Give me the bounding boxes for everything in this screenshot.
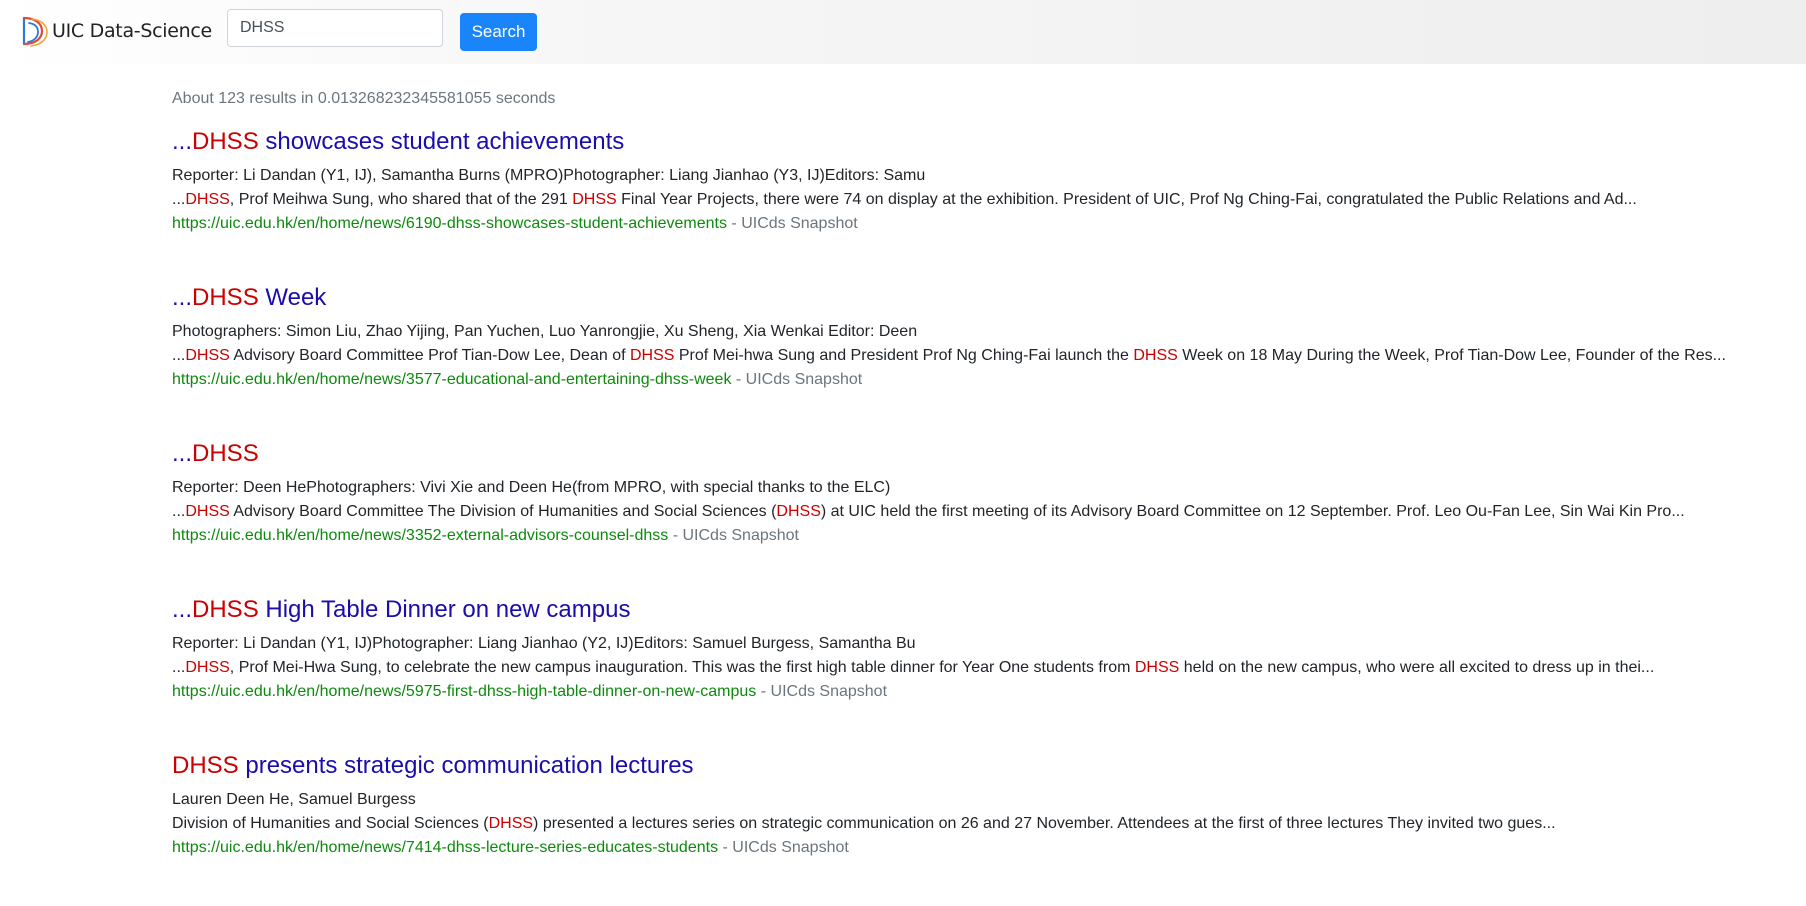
search-result: DHSS presents strategic communication le… <box>172 750 1806 906</box>
result-snippet: ...DHSS Advisory Board Committee Prof Ti… <box>172 344 1806 368</box>
snippet-text: , Prof Meihwa Sung, who shared that of t… <box>229 191 573 208</box>
highlighted-term: DHSS <box>185 347 230 364</box>
search-button[interactable]: Search <box>460 13 537 51</box>
uic-ds-logo-icon <box>22 16 48 47</box>
snippet-text: ... <box>172 347 186 364</box>
result-url-line: https://uic.edu.hk/en/home/news/3352-ext… <box>172 524 1806 548</box>
snippet-text: Prof Mei-hwa Sung and President Prof Ng … <box>674 347 1134 364</box>
highlighted-term: DHSS <box>185 503 230 520</box>
result-title-link[interactable]: ...DHSS High Table Dinner on new campus <box>172 594 1806 626</box>
result-url-line: https://uic.edu.hk/en/home/news/6190-dhs… <box>172 212 1806 236</box>
snippet-text: Advisory Board Committee The Division of… <box>229 503 777 520</box>
snippet-text: held on the new campus, who were all exc… <box>1179 659 1655 676</box>
url-separator: - <box>756 683 771 700</box>
result-url-line: https://uic.edu.hk/en/home/news/5975-fir… <box>172 680 1806 704</box>
snapshot-link[interactable]: UICds Snapshot <box>746 371 863 388</box>
snippet-text: Week on 18 May During the Week, Prof Tia… <box>1177 347 1726 364</box>
result-meta: Reporter: Deen HePhotographers: Vivi Xie… <box>172 479 891 496</box>
result-meta: Lauren Deen He, Samuel Burgess <box>172 791 416 808</box>
title-text: showcases student achievements <box>258 128 625 155</box>
results-list: ...DHSS showcases student achievements Re… <box>172 126 1806 906</box>
search-result: ...DHSS showcases student achievements Re… <box>172 126 1806 282</box>
results-stats: About 123 results in 0.01326823234558105… <box>172 90 556 107</box>
snippet-text: Division of Humanities and Social Scienc… <box>172 815 489 832</box>
brand-home-link[interactable]: UIC Data-Science <box>20 14 212 48</box>
snippet-text: Advisory Board Committee Prof Tian-Dow L… <box>229 347 630 364</box>
snippet-text: ... <box>172 191 186 208</box>
result-snippet: ...DHSS, Prof Meihwa Sung, who shared th… <box>172 188 1806 212</box>
snippet-text: ... <box>172 503 186 520</box>
url-separator: - <box>726 215 742 232</box>
snippet-text: Final Year Projects, there were 74 on di… <box>616 191 1637 208</box>
url-separator: - <box>668 527 683 544</box>
result-url-link[interactable]: https://uic.edu.hk/en/home/news/7414-dhs… <box>172 839 718 856</box>
highlighted-term: DHSS <box>185 191 230 208</box>
highlighted-term: DHSS <box>776 503 821 520</box>
highlighted-term: DHSS <box>192 596 259 623</box>
result-meta: Photographers: Simon Liu, Zhao Yijing, P… <box>172 323 918 340</box>
highlighted-term: DHSS <box>488 815 534 832</box>
title-text: ... <box>172 128 193 155</box>
result-title-link[interactable]: ...DHSS <box>172 438 1806 470</box>
highlighted-term: DHSS <box>572 191 617 208</box>
result-title-link[interactable]: ...DHSS Week <box>172 282 1806 314</box>
highlighted-term: DHSS <box>1134 659 1180 676</box>
result-snippet: Division of Humanities and Social Scienc… <box>172 812 1806 836</box>
snapshot-link[interactable]: UICds Snapshot <box>741 215 858 232</box>
search-result: ...DHSS Week Photographers: Simon Liu, Zh… <box>172 282 1806 438</box>
result-url-link[interactable]: https://uic.edu.hk/en/home/news/6190-dhs… <box>172 215 727 232</box>
result-url-line: https://uic.edu.hk/en/home/news/7414-dhs… <box>172 836 1806 860</box>
highlighted-term: DHSS <box>629 347 675 364</box>
search-input[interactable] <box>227 9 443 47</box>
title-text: ... <box>172 596 193 623</box>
result-meta: Reporter: Li Dandan (Y1, IJ)Photographer… <box>172 635 916 652</box>
result-snippet: ...DHSS Advisory Board Committee The Div… <box>172 500 1806 524</box>
result-url-line: https://uic.edu.hk/en/home/news/3577-edu… <box>172 368 1806 392</box>
snapshot-link[interactable]: UICds Snapshot <box>732 839 849 856</box>
search-result: ...DHSS High Table Dinner on new campus R… <box>172 594 1806 750</box>
snippet-text: ) presented a lectures series on strateg… <box>533 815 1556 832</box>
url-separator: - <box>718 839 733 856</box>
title-text: presents strategic communication lecture… <box>238 752 694 779</box>
result-title-link[interactable]: DHSS presents strategic communication le… <box>172 750 1806 782</box>
title-text: Week <box>258 284 327 311</box>
result-url-link[interactable]: https://uic.edu.hk/en/home/news/3352-ext… <box>172 527 668 544</box>
results-main: About 123 results in 0.01326823234558105… <box>172 64 1806 906</box>
url-separator: - <box>731 371 746 388</box>
result-title-link[interactable]: ...DHSS showcases student achievements <box>172 126 1806 158</box>
highlighted-term: DHSS <box>192 440 259 467</box>
top-navbar: UIC Data-Science Search <box>0 0 1806 64</box>
snippet-text: , Prof Mei-Hwa Sung, to celebrate the ne… <box>229 659 1135 676</box>
result-meta: Reporter: Li Dandan (Y1, IJ), Samantha B… <box>172 167 926 184</box>
result-url-link[interactable]: https://uic.edu.hk/en/home/news/3577-edu… <box>172 371 731 388</box>
search-result: ...DHSS Reporter: Deen HePhotographers: V… <box>172 438 1806 594</box>
result-snippet: ...DHSS, Prof Mei-Hwa Sung, to celebrate… <box>172 656 1806 680</box>
highlighted-term: DHSS <box>172 752 239 779</box>
title-text: High Table Dinner on new campus <box>258 596 631 623</box>
title-text: ... <box>172 284 193 311</box>
result-url-link[interactable]: https://uic.edu.hk/en/home/news/5975-fir… <box>172 683 756 700</box>
snippet-text: ) at UIC held the first meeting of its A… <box>820 503 1685 520</box>
highlighted-term: DHSS <box>185 659 230 676</box>
snapshot-link[interactable]: UICds Snapshot <box>682 527 799 544</box>
title-text: ... <box>172 440 193 467</box>
highlighted-term: DHSS <box>1133 347 1178 364</box>
snippet-text: ... <box>172 659 186 676</box>
brand-name: UIC Data-Science <box>52 20 212 42</box>
highlighted-term: DHSS <box>192 128 259 155</box>
highlighted-term: DHSS <box>192 284 259 311</box>
snapshot-link[interactable]: UICds Snapshot <box>771 683 888 700</box>
